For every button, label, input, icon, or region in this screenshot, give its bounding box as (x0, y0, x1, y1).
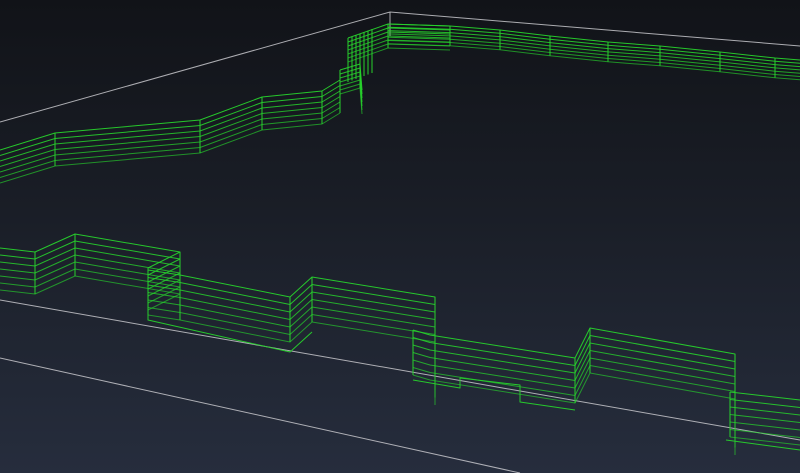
wall-front-e-layer-6 (729, 429, 800, 438)
wall-front-b-layer-6 (147, 307, 436, 398)
wall-front-c-layer-2 (412, 335, 736, 418)
wall-corner-block-a-layer-7 (339, 87, 363, 115)
wall-front-c-layer-1 (412, 327, 736, 410)
wall-corner-block-b (347, 23, 451, 63)
wall-front-e-layer-5 (729, 421, 800, 431)
frame-edge-back-left (0, 11, 391, 123)
wall-front-b-layer-5 (147, 299, 436, 390)
wall-front-e-layer-1 (729, 391, 800, 401)
wall-corner-block-a (339, 63, 363, 115)
wall-back-right (387, 23, 800, 81)
wall-front-e-layer-4 (729, 414, 800, 423)
wall-front-e-layer-3 (729, 406, 800, 416)
wall-front-c (412, 327, 736, 455)
corner-posts (347, 29, 373, 82)
3d-viewport[interactable] (0, 0, 800, 473)
wireframe-scene (0, 11, 800, 473)
wall-front-f (725, 439, 800, 451)
wall-front-b (147, 269, 436, 405)
wall-corner-block-b-layer-7 (347, 47, 451, 63)
wall-front-e-layer-2 (729, 399, 800, 408)
wall-back-right-layer-7 (387, 43, 800, 81)
wall-front-a (147, 268, 313, 353)
wall-front-b-layer-7 (147, 314, 436, 405)
wall-front-c-layer-7 (412, 372, 736, 455)
wall-front-c-layer-3 (412, 342, 736, 425)
bounding-frame (0, 11, 800, 473)
wall-corner-block-b-layer-6 (347, 43, 451, 59)
wall-left-far-layer-7 (0, 112, 341, 184)
wall-left-far (0, 79, 341, 184)
frame-edge-floor-lower (0, 357, 521, 473)
wall-front-e (729, 391, 800, 446)
wall-front-a-layer-1 (147, 268, 313, 353)
wall-front-left (0, 233, 181, 311)
wall-front-f-layer-1 (725, 439, 800, 451)
wall-front-c-layer-5 (412, 357, 736, 440)
